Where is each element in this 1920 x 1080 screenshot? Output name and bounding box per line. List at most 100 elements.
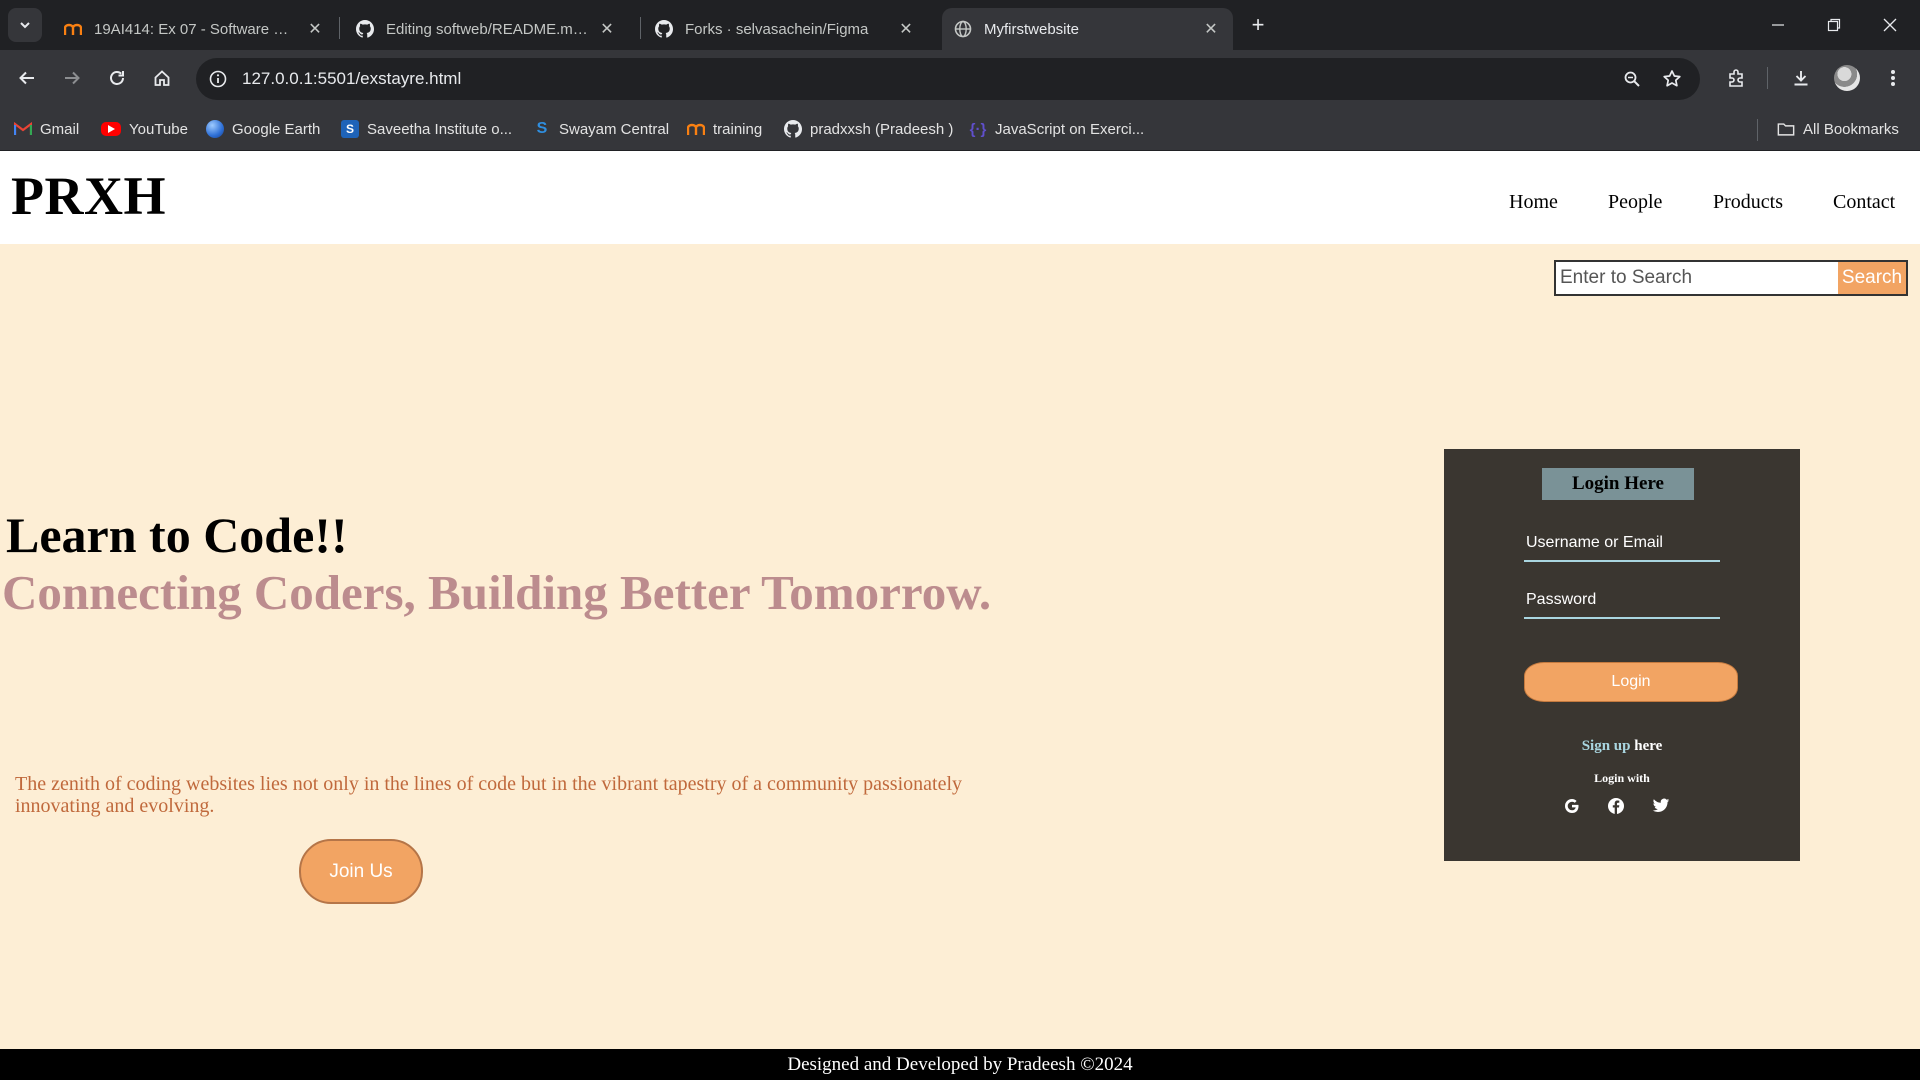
bookmarks-divider <box>1757 119 1758 141</box>
search-input[interactable] <box>1556 262 1838 294</box>
bookmark-label: Google Earth <box>232 120 321 138</box>
all-bookmarks-button[interactable]: All Bookmarks <box>1777 118 1899 140</box>
tab-1[interactable]: 19AI414: Ex 07 - Software Devel ✕ <box>52 8 337 50</box>
nav-contact[interactable]: Contact <box>1833 191 1895 214</box>
login-title: Login Here <box>1542 468 1694 500</box>
bookmark-label: Gmail <box>40 120 80 138</box>
google-icon[interactable] <box>1561 795 1583 817</box>
github-icon <box>655 20 673 38</box>
bookmark-label: pradxxsh (Pradeesh ) <box>810 120 954 138</box>
restore-button[interactable] <box>1806 0 1862 50</box>
bookmark-label: Swayam Central <box>559 120 670 138</box>
bookmark-star-icon[interactable] <box>1660 67 1684 91</box>
bookmark-google-earth[interactable]: Google Earth <box>206 118 320 140</box>
tab-title: Myfirstwebsite <box>984 20 1080 38</box>
globe-icon <box>954 20 972 38</box>
hero-title: Learn to Code!! <box>6 507 348 563</box>
download-icon[interactable] <box>1786 63 1816 93</box>
hero-subtitle: Connecting Coders, Building Better Tomor… <box>2 565 992 620</box>
hero-description: The zenith of coding websites lies not o… <box>15 773 963 817</box>
bookmark-exercism[interactable]: {·} JavaScript on Exerci... <box>969 118 1145 140</box>
browser-toolbar: 127.0.0.1:5501/exstayre.html <box>0 50 1920 108</box>
username-field-wrap <box>1524 526 1720 562</box>
bookmark-gmail[interactable]: Gmail <box>14 118 79 140</box>
tab-title: Forks · selvasachein/Figma <box>685 20 869 38</box>
youtube-icon <box>101 122 121 136</box>
close-icon[interactable]: ✕ <box>305 19 325 39</box>
login-button[interactable]: Login <box>1524 662 1738 702</box>
login-with-label: Login with <box>1594 771 1650 785</box>
signup-suffix: here <box>1630 738 1663 754</box>
zoom-icon[interactable] <box>1620 67 1644 91</box>
reload-button[interactable] <box>100 61 134 95</box>
close-icon[interactable]: ✕ <box>1201 19 1221 39</box>
bookmark-training[interactable]: training <box>687 118 762 140</box>
kebab-menu-icon[interactable] <box>1878 63 1908 93</box>
site-header: PRXH Home People Products Contact <box>0 151 1920 244</box>
gmail-icon <box>14 120 32 138</box>
folder-icon <box>1777 120 1795 138</box>
twitter-icon[interactable] <box>1650 795 1672 817</box>
saveetha-icon: S <box>341 120 359 138</box>
extensions-icon[interactable] <box>1722 63 1752 93</box>
swayam-icon: S <box>536 120 548 137</box>
bookmark-label: training <box>713 120 763 138</box>
password-input[interactable] <box>1524 583 1720 617</box>
url-text[interactable]: 127.0.0.1:5501/exstayre.html <box>242 69 461 89</box>
tab-title: 19AI414: Ex 07 - Software Devel <box>94 20 297 38</box>
bookmark-github-pradeesh[interactable]: pradxxsh (Pradeesh ) <box>784 118 953 140</box>
bookmark-saveetha[interactable]: S Saveetha Institute o... <box>341 118 512 140</box>
minimize-button[interactable] <box>1750 0 1806 50</box>
join-us-button[interactable]: Join Us <box>299 839 423 904</box>
github-icon <box>784 120 802 138</box>
all-bookmarks-label: All Bookmarks <box>1803 120 1899 138</box>
close-icon <box>1883 18 1897 32</box>
forward-button[interactable] <box>55 61 89 95</box>
bookmark-youtube[interactable]: YouTube <box>101 118 188 140</box>
chevron-down-icon <box>20 22 30 29</box>
github-icon <box>356 20 374 38</box>
bookmark-label: JavaScript on Exerci... <box>995 120 1145 138</box>
bookmark-label: Saveetha Institute o... <box>367 120 513 138</box>
profile-avatar[interactable] <box>1832 63 1862 93</box>
site-footer: Designed and Developed by Pradeesh ©2024 <box>0 1049 1920 1080</box>
new-tab-button[interactable]: + <box>1244 11 1272 39</box>
moodle-icon <box>64 20 82 38</box>
close-icon[interactable]: ✕ <box>896 19 916 39</box>
nav-home[interactable]: Home <box>1509 191 1558 214</box>
page-viewport: PRXH Home People Products Contact Search… <box>0 151 1920 1080</box>
back-button[interactable] <box>10 61 44 95</box>
search-button[interactable]: Search <box>1838 262 1906 294</box>
tab-divider <box>640 17 641 39</box>
close-window-button[interactable] <box>1862 0 1918 50</box>
bookmark-swayam[interactable]: S Swayam Central <box>533 118 669 140</box>
bookmarks-bar: Gmail YouTube Google Earth S Saveetha In… <box>0 108 1920 151</box>
browser-tab-bar: 19AI414: Ex 07 - Software Devel ✕ Editin… <box>0 0 1920 50</box>
tab-divider <box>339 17 340 39</box>
site-logo[interactable]: PRXH <box>11 165 166 227</box>
tab-3[interactable]: Forks · selvasachein/Figma ✕ <box>643 8 928 50</box>
arrow-left-icon <box>19 71 34 85</box>
tab-4-active[interactable]: Myfirstwebsite ✕ <box>942 8 1233 50</box>
home-button[interactable] <box>145 61 179 95</box>
login-panel: Login Here Login Sign up here Login with <box>1444 449 1800 861</box>
address-bar[interactable]: 127.0.0.1:5501/exstayre.html <box>196 58 1700 100</box>
restore-icon <box>1827 18 1841 32</box>
earth-icon <box>206 120 224 138</box>
site-info-icon[interactable] <box>206 67 230 91</box>
username-input[interactable] <box>1524 526 1720 560</box>
minimize-icon <box>1772 24 1784 26</box>
toolbar-divider <box>1767 67 1768 89</box>
nav-people[interactable]: People <box>1608 191 1662 214</box>
close-icon[interactable]: ✕ <box>597 19 617 39</box>
facebook-icon[interactable] <box>1605 795 1627 817</box>
tab-title: Editing softweb/README.md at <box>386 20 589 38</box>
tab-search-button[interactable] <box>8 8 42 42</box>
nav-products[interactable]: Products <box>1713 191 1783 214</box>
signup-link[interactable]: Sign up <box>1582 738 1631 754</box>
password-field-wrap <box>1524 583 1720 619</box>
tab-2[interactable]: Editing softweb/README.md at ✕ <box>344 8 629 50</box>
arrow-right-icon <box>65 71 80 85</box>
bookmark-label: YouTube <box>129 120 188 138</box>
signup-line: Sign up here <box>1444 738 1800 755</box>
